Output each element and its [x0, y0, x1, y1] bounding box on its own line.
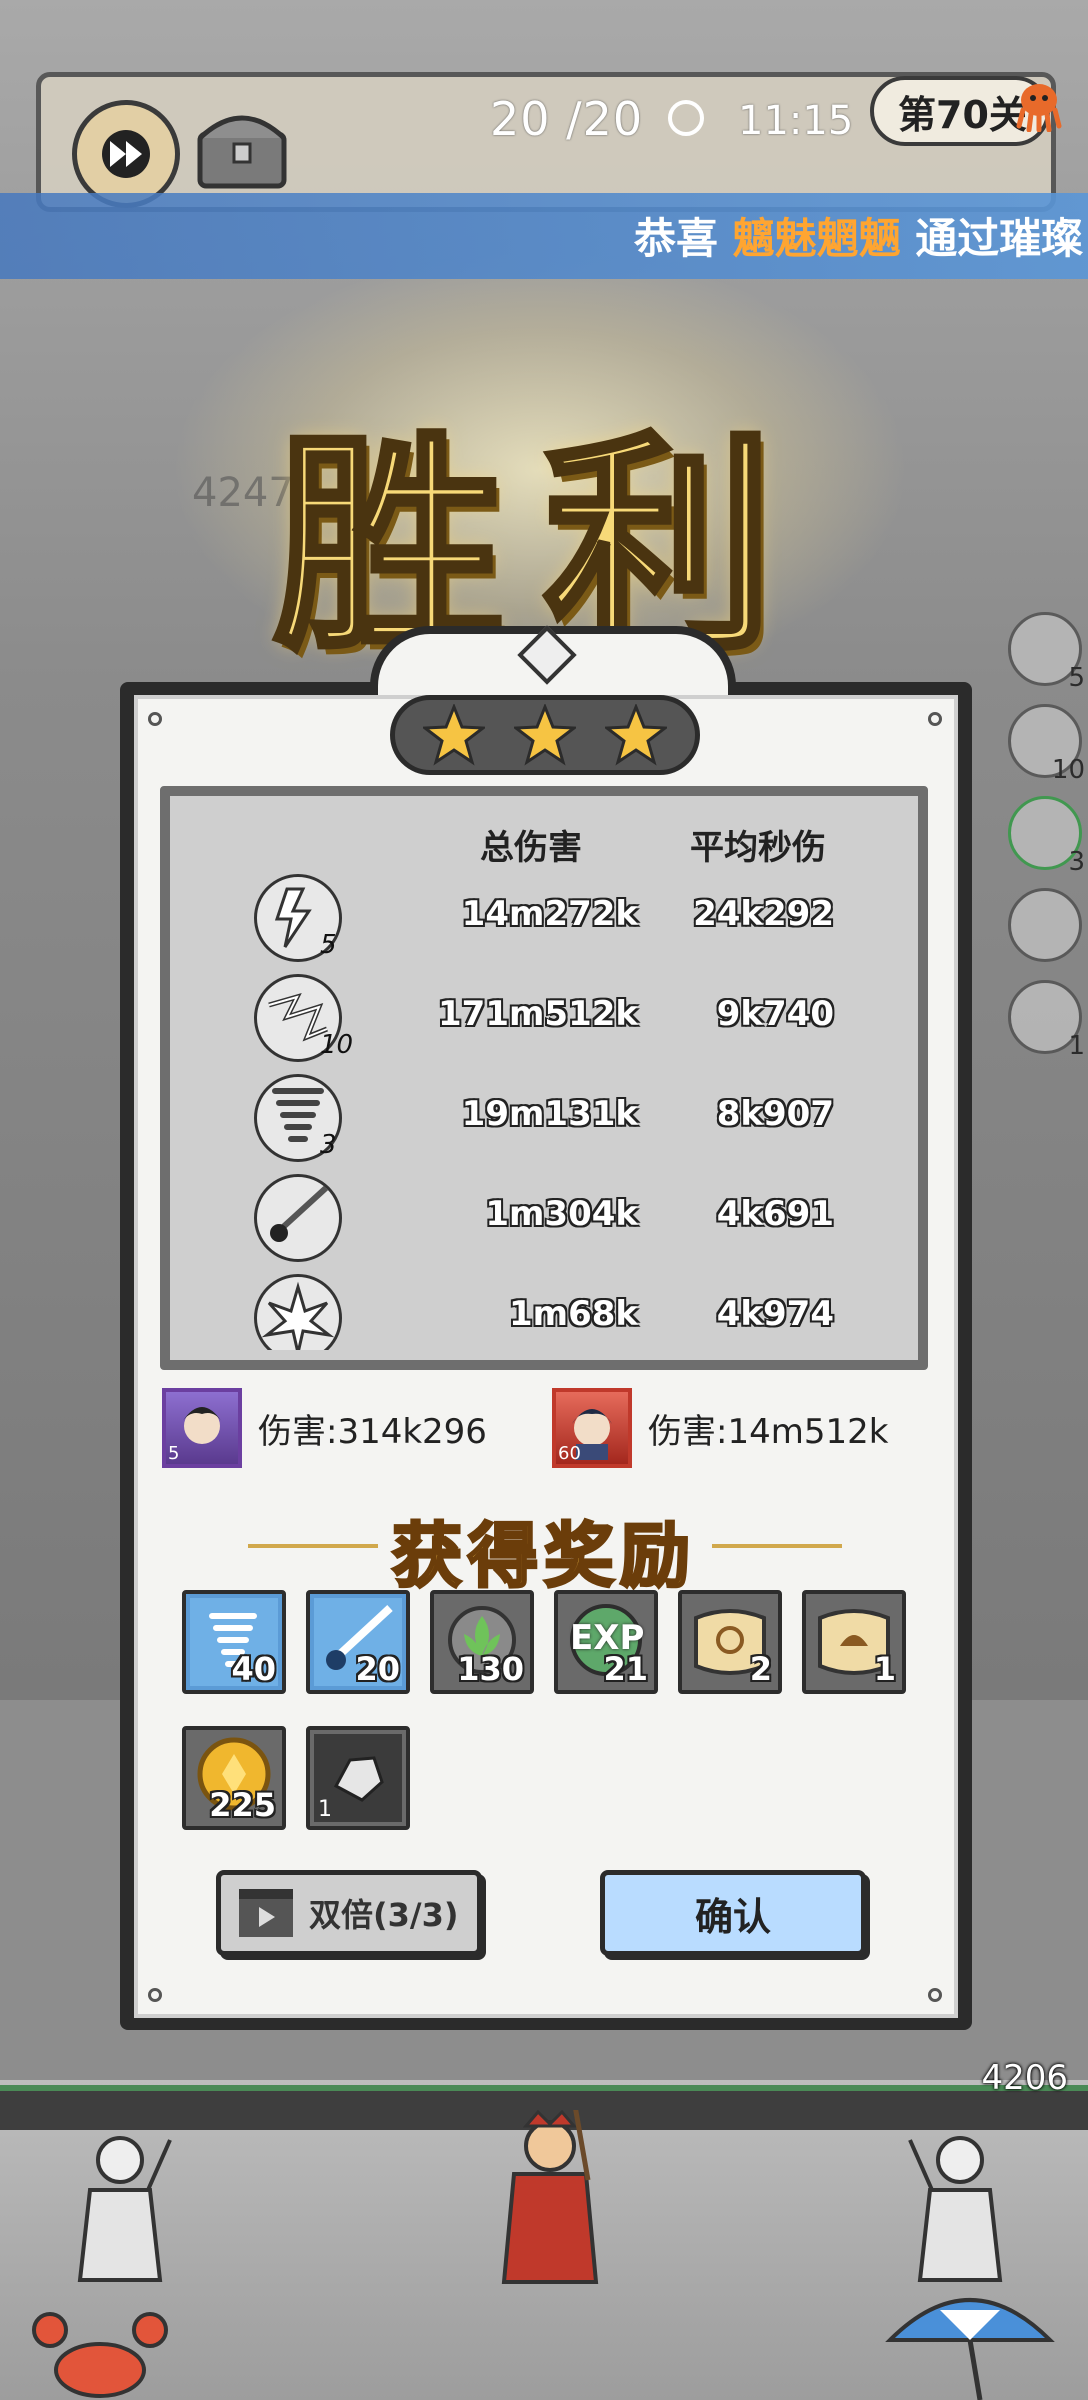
- octopus-icon: [1016, 84, 1062, 132]
- hero-avatar[interactable]: 5: [162, 1388, 242, 1468]
- reward-count: 20: [355, 1650, 400, 1688]
- beach-umbrella-icon: [885, 2298, 1055, 2400]
- reward-item[interactable]: 2: [678, 1590, 782, 1694]
- side-skill-meteor: [1008, 888, 1082, 962]
- double-button-label: 双倍(3/3): [309, 1896, 459, 1934]
- table-row: 1m304k 4k691: [170, 1174, 918, 1274]
- total-damage: 14m272k: [461, 894, 638, 934]
- side-skill-level: 10: [1051, 755, 1085, 785]
- side-skill-tornado: 3: [1008, 796, 1085, 877]
- confirm-button[interactable]: 确认: [600, 1870, 866, 1956]
- reward-count: 130: [457, 1650, 524, 1688]
- hero-damage-1: 5 伤害:314k296: [162, 1388, 487, 1468]
- king-character: [501, 2110, 599, 2284]
- banner-suffix: 通过璀璨: [915, 214, 1084, 263]
- banner-prefix: 恭喜: [634, 214, 719, 263]
- reward-count: 225: [209, 1786, 276, 1824]
- total-damage: 1m304k: [485, 1194, 638, 1234]
- reward-count: 1: [318, 1797, 332, 1822]
- side-skill-chain: 10: [1008, 704, 1085, 785]
- damage-stats-table: 总伤害 平均秒伤 5 14m272k 24k292 10 171m512k 9k…: [160, 786, 928, 1370]
- skill-level: 3: [320, 1130, 337, 1160]
- corner-rivet: [148, 712, 162, 726]
- hero-level: 60: [558, 1443, 581, 1464]
- star-icon: [423, 704, 486, 766]
- reward-item[interactable]: 1: [306, 1726, 410, 1830]
- corner-rivet: [928, 712, 942, 726]
- reward-item[interactable]: 130: [430, 1590, 534, 1694]
- reward-item[interactable]: 1: [802, 1590, 906, 1694]
- total-damage: 1m68k: [508, 1294, 638, 1334]
- hero-level: 5: [168, 1443, 180, 1464]
- header-average-dps: 平均秒伤: [690, 828, 826, 868]
- fast-forward-icon: [102, 130, 150, 178]
- hp-line: [0, 2085, 1088, 2091]
- monk-character-left: [77, 2136, 172, 2282]
- reward-count: 21: [603, 1650, 648, 1688]
- battle-timer: 11:15: [738, 98, 854, 144]
- side-skill-column: 5 10 3 1: [1008, 612, 1085, 1072]
- table-row: 3 19m131k 8k907: [170, 1074, 918, 1174]
- star-icon: [604, 704, 667, 766]
- reward-count: 2: [749, 1650, 772, 1688]
- star-icon: [513, 704, 576, 766]
- reward-count: 1: [873, 1650, 896, 1688]
- reward-item[interactable]: EXP 21: [554, 1590, 658, 1694]
- table-row: 1m68k 4k974: [170, 1274, 918, 1350]
- announcement-banner: 恭喜 魑魅魍魉 通过璀璨: [0, 193, 1088, 279]
- crab-icon: [32, 2312, 168, 2398]
- hero-avatar[interactable]: 60: [552, 1388, 632, 1468]
- reward-item[interactable]: 40: [182, 1590, 286, 1694]
- total-damage: 19m131k: [461, 1094, 638, 1134]
- side-skill-lightning: 5: [1008, 612, 1085, 693]
- skill-level: 5: [320, 930, 337, 960]
- corner-rivet: [148, 1988, 162, 2002]
- video-icon: [239, 1889, 293, 1937]
- side-skill-level: 3: [1068, 847, 1085, 877]
- average-dps: 4k691: [716, 1194, 834, 1234]
- average-dps: 9k740: [716, 994, 834, 1034]
- side-skill-level: 5: [1068, 663, 1085, 693]
- energy-counter: 20 /20: [490, 92, 644, 146]
- announcement-text: 恭喜 魑魅魍魉 通过璀璨: [634, 205, 1083, 266]
- hero-damage-row: 5 伤害:314k296 60 伤害:14m512k: [160, 1388, 928, 1472]
- reward-count: 40: [231, 1650, 276, 1688]
- reward-title: 获得奖励: [391, 1513, 696, 1599]
- ground-value: 4206: [981, 2058, 1068, 2098]
- table-row: 10 171m512k 9k740: [170, 974, 918, 1074]
- header-total-damage: 总伤害: [480, 828, 582, 868]
- banner-player-name: 魑魅魍魉: [732, 214, 901, 263]
- side-skill-level: 1: [1068, 1031, 1085, 1061]
- crystal-burst-icon: [254, 1274, 342, 1350]
- side-skill-crystal: 1: [1008, 980, 1085, 1061]
- total-damage: 171m512k: [438, 994, 638, 1034]
- meteor-icon: [254, 1174, 342, 1262]
- average-dps: 8k907: [716, 1094, 834, 1134]
- hero-damage-2: 60 伤害:14m512k: [552, 1388, 888, 1468]
- star-rating: [390, 695, 700, 775]
- reward-item[interactable]: 20: [306, 1590, 410, 1694]
- skill-level: 10: [320, 1030, 354, 1060]
- clock-icon: [668, 100, 704, 136]
- hero-damage-text: 伤害:314k296: [258, 1411, 487, 1452]
- double-reward-button[interactable]: 双倍(3/3): [216, 1870, 482, 1956]
- hero-damage-text: 伤害:14m512k: [648, 1411, 889, 1452]
- corner-rivet: [928, 1988, 942, 2002]
- reward-item[interactable]: 225: [182, 1726, 286, 1830]
- treasure-chest-icon[interactable]: [192, 104, 292, 194]
- average-dps: 24k292: [693, 894, 834, 934]
- average-dps: 4k974: [716, 1294, 834, 1334]
- fast-forward-button[interactable]: [72, 100, 180, 208]
- table-row: 5 14m272k 24k292: [170, 874, 918, 974]
- monk-character-right: [908, 2136, 1003, 2282]
